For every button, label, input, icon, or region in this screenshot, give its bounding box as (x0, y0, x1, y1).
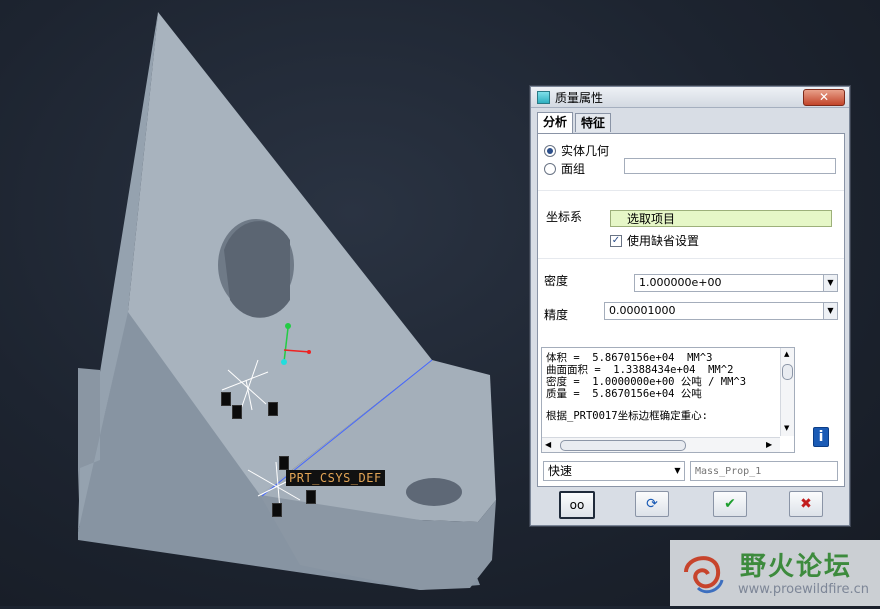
result-line: 根据_PRT0017坐标边框确定重心: (546, 410, 708, 422)
coord-select-field[interactable]: 选取项目 (610, 210, 832, 227)
result-line: 曲面面积 = 1.3388434e+04 MM^2 (546, 364, 734, 376)
scroll-down-icon[interactable]: ▼ (784, 424, 789, 432)
preview-button[interactable]: oo (559, 491, 595, 519)
repeat-button[interactable]: ⟳ (635, 491, 669, 517)
forum-logo-icon (684, 556, 724, 594)
tab-analysis[interactable]: 分析 (537, 112, 574, 133)
axis-tag (268, 402, 278, 416)
axis-tag (221, 392, 231, 406)
mass-properties-dialog: 质量属性 ✕ 分析 特征 实体几何 面组 坐标系 选取项目 ✓ 使用缺省设置 密… (530, 86, 850, 526)
info-icon[interactable]: i (813, 427, 829, 447)
checkbox-checked-icon[interactable]: ✓ (610, 234, 622, 247)
accuracy-label: 精度 (544, 308, 569, 322)
quilt-field[interactable] (624, 158, 836, 174)
result-line: 密度 = 1.0000000e+00 公吨 / MM^3 (546, 376, 747, 388)
ok-button[interactable]: ✔ (713, 491, 747, 517)
cancel-button[interactable]: ✖ (789, 491, 823, 517)
axis-tag (306, 490, 316, 504)
radio-solid-geometry[interactable]: 实体几何 (544, 142, 609, 159)
scroll-left-icon[interactable]: ◀ (545, 440, 551, 449)
close-icon: ✖ (800, 496, 812, 512)
chevron-down-icon[interactable]: ▼ (671, 462, 684, 480)
checkmark-icon: ✔ (724, 496, 736, 512)
scroll-thumb[interactable] (782, 364, 793, 380)
dialog-titlebar[interactable]: 质量属性 ✕ (531, 87, 849, 108)
watermark-url: www.proewildfire.cn (738, 582, 869, 597)
csys-label[interactable]: PRT_CSYS_DEF (286, 470, 385, 486)
chevron-down-icon[interactable]: ▼ (823, 275, 837, 291)
result-line: 体积 = 5.8670156e+04 MM^3 (546, 352, 713, 364)
site-watermark: 野火论坛 www.proewildfire.cn (670, 540, 880, 606)
scroll-thumb[interactable] (560, 440, 686, 451)
radio-solid-label: 实体几何 (561, 144, 610, 158)
accuracy-input[interactable]: 0.00001000 ▼ (604, 302, 838, 320)
result-line: 质量 = 5.8670156e+04 公吨 (546, 388, 702, 400)
axis-tag (272, 503, 282, 517)
glasses-icon: oo (569, 498, 585, 512)
dialog-title: 质量属性 (555, 90, 604, 105)
density-value: 1.000000e+00 (639, 276, 722, 289)
close-button[interactable]: ✕ (803, 89, 845, 106)
radio-checked-icon[interactable] (544, 144, 556, 157)
horizontal-scrollbar[interactable]: ◀ ▶ (542, 437, 780, 452)
watermark-title: 野火论坛 (740, 552, 853, 582)
mode-value: 快速 (548, 464, 573, 478)
vertical-scrollbar[interactable]: ▲ ▼ (780, 348, 794, 436)
analysis-name-input[interactable] (690, 461, 838, 481)
axis-tag (232, 405, 242, 419)
dialog-action-bar: oo ⟳ ✔ ✖ (531, 487, 849, 523)
chevron-down-icon[interactable]: ▼ (823, 303, 837, 319)
mode-dropdown[interactable]: 快速 ▼ (543, 461, 685, 481)
density-input[interactable]: 1.000000e+00 ▼ (634, 274, 838, 292)
coord-label: 坐标系 (546, 210, 583, 224)
axis-tag (279, 456, 289, 470)
window-icon (537, 90, 550, 104)
tab-feature[interactable]: 特征 (575, 113, 612, 132)
divider (538, 190, 844, 191)
results-textarea[interactable]: 体积 = 5.8670156e+04 MM^3 曲面面积 = 1.3388434… (541, 347, 795, 453)
radio-quilt[interactable]: 面组 (544, 160, 585, 177)
divider (538, 258, 844, 259)
tab-bar: 分析 特征 (537, 112, 613, 133)
density-label: 密度 (544, 274, 569, 288)
refresh-icon: ⟳ (646, 496, 658, 512)
scroll-right-icon[interactable]: ▶ (766, 440, 772, 449)
radio-quilt-label: 面组 (561, 162, 586, 176)
scroll-up-icon[interactable]: ▲ (784, 350, 789, 358)
use-default-checkbox-row[interactable]: ✓ 使用缺省设置 (610, 232, 699, 249)
use-default-label: 使用缺省设置 (627, 234, 700, 248)
accuracy-value: 0.00001000 (609, 304, 676, 317)
radio-unchecked-icon[interactable] (544, 162, 556, 175)
